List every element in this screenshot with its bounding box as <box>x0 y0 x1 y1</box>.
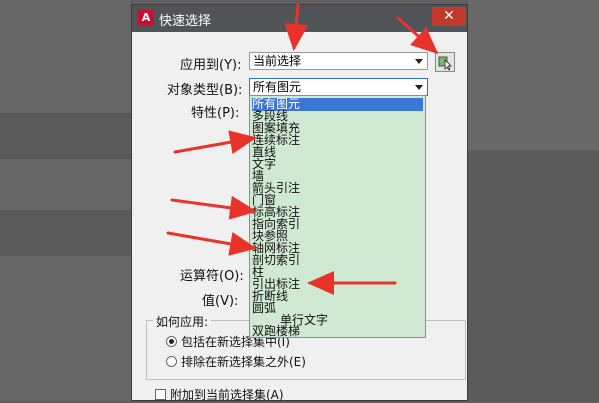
how-to-apply-title: 如何应用: <box>153 313 212 330</box>
object-type-label: 对象类型(B): <box>167 83 243 98</box>
apply-to-value: 当前选择 <box>253 54 302 68</box>
close-button[interactable]: ✕ <box>432 7 466 26</box>
object-type-list[interactable]: 所有图元 多段线 图案填充 连续标注 直线 文字 墙 箭头引注 门窗 标高标注 … <box>249 95 426 338</box>
list-item[interactable]: 圆弧 <box>252 302 276 315</box>
title-bar[interactable]: A 快速选择 ✕ <box>132 5 467 32</box>
chevron-down-icon <box>415 59 423 64</box>
background-left <box>0 0 131 401</box>
exclude-radio[interactable] <box>166 356 177 367</box>
value-label: 值(V): <box>202 294 239 309</box>
object-type-value: 所有图元 <box>253 80 302 94</box>
apply-to-dropdown[interactable]: 当前选择 <box>249 52 428 70</box>
autocad-app-icon: A <box>138 10 154 26</box>
dialog-title: 快速选择 <box>159 14 212 29</box>
chevron-down-icon <box>415 85 423 90</box>
append-checkbox[interactable] <box>155 389 166 400</box>
select-objects-icon <box>438 56 452 71</box>
exclude-label[interactable]: 排除在新选择集之外(E) <box>181 353 306 370</box>
operator-label: 运算符(O): <box>180 269 244 284</box>
list-item[interactable]: 双跑楼梯 <box>252 325 300 338</box>
include-radio[interactable] <box>166 336 177 347</box>
object-type-dropdown[interactable]: 所有图元 <box>249 78 428 96</box>
select-objects-button[interactable] <box>435 52 455 72</box>
background-band <box>468 0 599 150</box>
background-band <box>0 113 131 159</box>
background-right <box>468 0 599 401</box>
append-label[interactable]: 附加到当前选择集(A) <box>170 386 284 403</box>
apply-to-label: 应用到(Y): <box>180 58 242 73</box>
properties-label: 特性(P): <box>191 106 240 121</box>
background-band <box>0 210 131 256</box>
